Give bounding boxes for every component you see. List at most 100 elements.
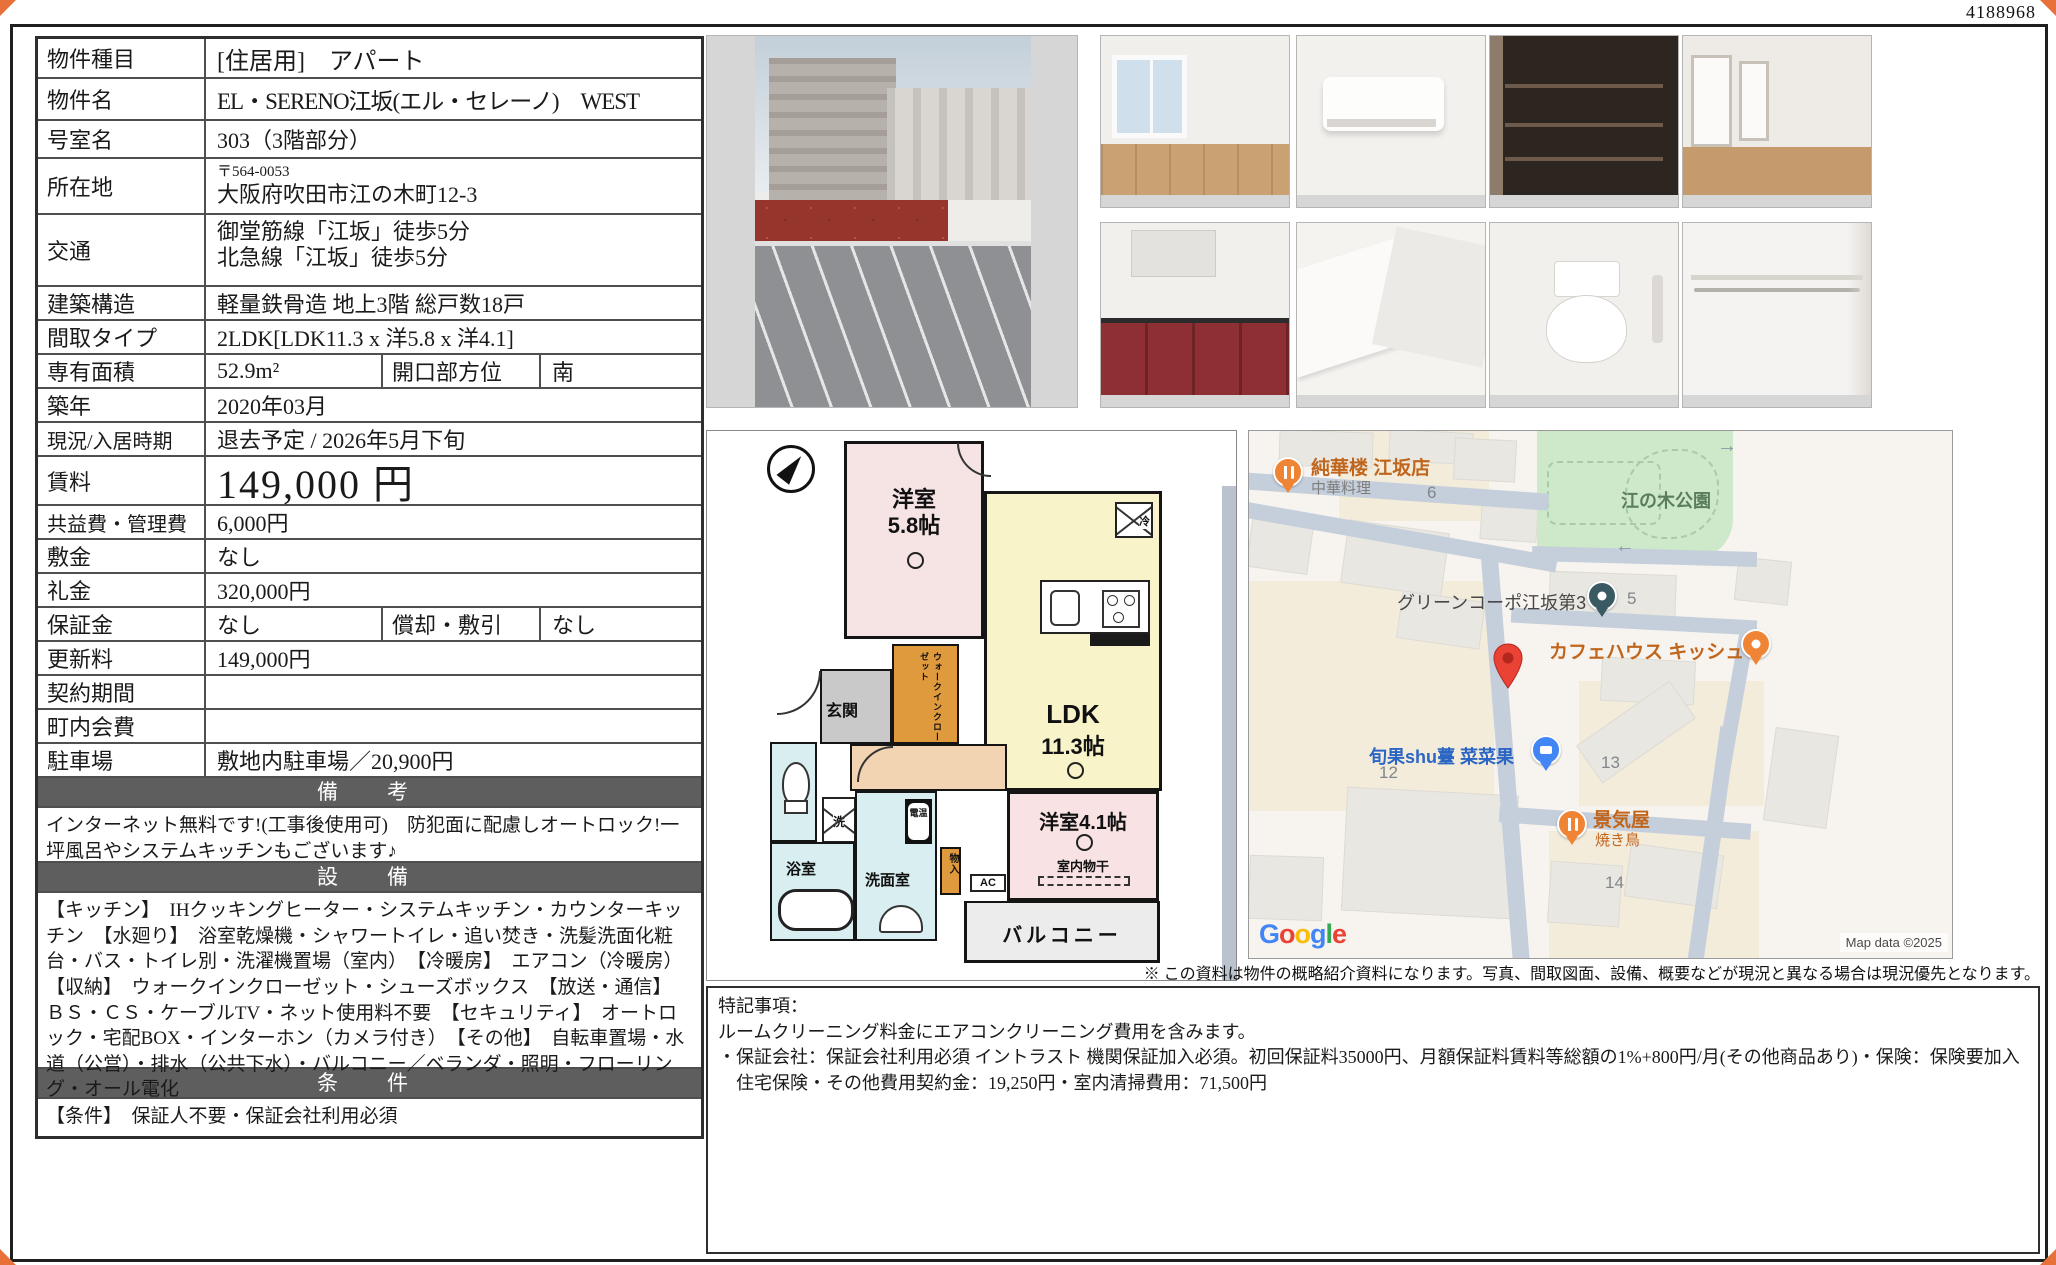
grocer-pin-icon	[1531, 735, 1561, 765]
table-row: 駐車場 敷地内駐車場／20,900円	[38, 744, 701, 778]
table-row: 築年 2020年03月	[38, 389, 701, 423]
property-table: 物件種目 [住居用] アパート 物件名 EL・SERENO江坂(エル・セレーノ)…	[35, 36, 704, 1139]
wic-label: ウォークインクローゼット	[918, 652, 944, 742]
fork-glyph	[1284, 466, 1287, 479]
water-heater-label: 電温	[908, 803, 929, 840]
common-fee-value: 6,000円	[206, 506, 701, 538]
room-no-value: 303（3階部分）	[206, 121, 701, 157]
photo-image	[1297, 223, 1485, 395]
property-type-value: [住居用] アパート	[206, 39, 701, 77]
photo-living-room	[1100, 35, 1290, 208]
address-text: 大阪府吹田市江の木町12-3	[217, 182, 477, 208]
photo-dark-closet	[1489, 35, 1679, 208]
photo-toilet	[1489, 222, 1679, 408]
poi-restaurant2-sub: 焼き鳥	[1595, 829, 1640, 850]
property-location-pin	[1492, 643, 1524, 689]
stove	[1102, 590, 1140, 628]
row-label: 築年	[38, 389, 206, 421]
transport-line2: 北急線「江坂」徒歩5分	[217, 245, 448, 271]
special-notes-box: 特記事項： ルームクリーニング料金にエアコンクリーニング費用を含みます。 ・保証…	[706, 986, 2040, 1254]
door	[1739, 61, 1769, 141]
table-row: 賃料 149,000 円	[38, 457, 701, 506]
knife-glyph	[1575, 818, 1578, 831]
rent-value: 149,000 円	[206, 457, 701, 504]
conditions-text: 【条件】 保証人不要・保証会社利用必須	[38, 1099, 701, 1136]
block-number: 14	[1605, 873, 1624, 893]
curb-line	[755, 241, 1031, 246]
block-number: 12	[1379, 763, 1398, 783]
corner-mark-bottom-left	[0, 1249, 16, 1265]
photo-exterior	[706, 35, 1078, 408]
table-row: 専有面積 52.9m² 開口部方位 南	[38, 355, 701, 389]
wood-floor	[1683, 147, 1871, 195]
fridge-label: 冷	[1139, 513, 1150, 529]
table-row: 契約期間	[38, 676, 701, 710]
balcony-label: バルコニー	[967, 919, 1157, 948]
row-label: 号室名	[38, 121, 206, 157]
burner	[1107, 595, 1118, 606]
deposit-value: なし	[206, 540, 701, 572]
structure-value: 軽量鉄骨造 地上3階 総戸数18戸	[206, 287, 701, 319]
room-size-label: 5.8帖	[847, 508, 981, 540]
refrigerator-icon: 冷	[1115, 502, 1153, 538]
photo-kitchen	[1100, 222, 1290, 408]
map-building	[1453, 437, 1517, 482]
map-attribution: Map data ©2025	[1840, 933, 1948, 952]
photo-storage-ceiling	[1296, 222, 1486, 408]
one-way-arrow: →	[1717, 435, 1737, 458]
parking-lot	[755, 245, 1031, 408]
pin-dot	[1752, 640, 1761, 649]
notes-line: ・保証会社：保証会社利用必須 イントラスト 機関保証加入必須。初回保証料3500…	[718, 1045, 2028, 1071]
balcony: バルコニー	[964, 901, 1160, 963]
photo-image	[1101, 223, 1289, 395]
table-row: 更新料 149,000円	[38, 642, 701, 676]
table-row: 交通 御堂筋線「江坂」徒歩5分 北急線「江坂」徒歩5分	[38, 215, 701, 287]
layout-type-value: 2LDK[LDK11.3 x 洋5.8 x 洋4.1]	[206, 321, 701, 353]
row-label: 物件名	[38, 79, 206, 119]
door	[1691, 55, 1732, 147]
entrance: 玄関	[820, 669, 892, 744]
hanger-pipe	[1694, 288, 1859, 292]
amortization-value: なし	[541, 608, 701, 640]
burner	[1113, 612, 1124, 623]
logo-letter: o	[1295, 919, 1311, 949]
table-row: 所在地 〒564-0053 大阪府吹田市江の木町12-3	[38, 159, 701, 215]
photo-image	[1683, 223, 1871, 395]
north-needle	[776, 451, 807, 484]
restaurant-pin-icon	[1273, 457, 1303, 487]
drying-bar	[1038, 876, 1130, 886]
shelf	[1505, 84, 1663, 88]
map-building	[1341, 787, 1519, 920]
cafe-pin-icon	[1741, 629, 1771, 659]
scan-edge-strip	[1222, 486, 1236, 980]
logo-letter: o	[1279, 919, 1295, 949]
entrance-label: 玄関	[826, 697, 858, 721]
ceiling-light-icon	[907, 552, 924, 569]
transport-line1: 御堂筋線「江坂」徒歩5分	[217, 219, 470, 245]
corner-mark-top-right	[2040, 0, 2056, 16]
status-value: 退去予定 / 2026年5月下旬	[206, 423, 701, 455]
toilet-bowl	[1546, 295, 1627, 362]
table-row: 建築構造 軽量鉄骨造 地上3階 総戸数18戸	[38, 287, 701, 321]
table-row: 共益費・管理費 6,000円	[38, 506, 701, 540]
cart-glyph	[1540, 746, 1552, 754]
room-label: 洋室4.1帖	[1010, 806, 1156, 835]
address-value: 〒564-0053 大阪府吹田市江の木町12-3	[206, 159, 701, 213]
building-silhouette	[769, 58, 896, 215]
logo-letter: g	[1310, 919, 1326, 949]
remarks-text: インターネット無料です!(工事後使用可) 防犯面に配慮しオートロック!一坪風呂や…	[38, 808, 701, 863]
table-row: 号室名 303（3階部分）	[38, 121, 701, 159]
row-label: 物件種目	[38, 39, 206, 77]
table-row: 町内会費	[38, 710, 701, 744]
ac-label: AC	[972, 876, 1004, 890]
room-bedroom-58: 洋室 5.8帖	[844, 441, 984, 639]
row-label: 契約期間	[38, 676, 206, 708]
notes-line: 住宅保険・その他費用契約金：19,250円・室内清掃費用：71,500円	[718, 1071, 2028, 1097]
storage-label: 物入	[945, 853, 960, 875]
row-label: 駐車場	[38, 744, 206, 776]
pin-dot	[1598, 592, 1607, 601]
photo-image	[1490, 223, 1678, 395]
floor-plan: 洋室 5.8帖 LDK 11.3帖 冷	[706, 430, 1237, 981]
key-money-value: 320,000円	[206, 574, 701, 606]
counter-base	[1090, 634, 1150, 646]
